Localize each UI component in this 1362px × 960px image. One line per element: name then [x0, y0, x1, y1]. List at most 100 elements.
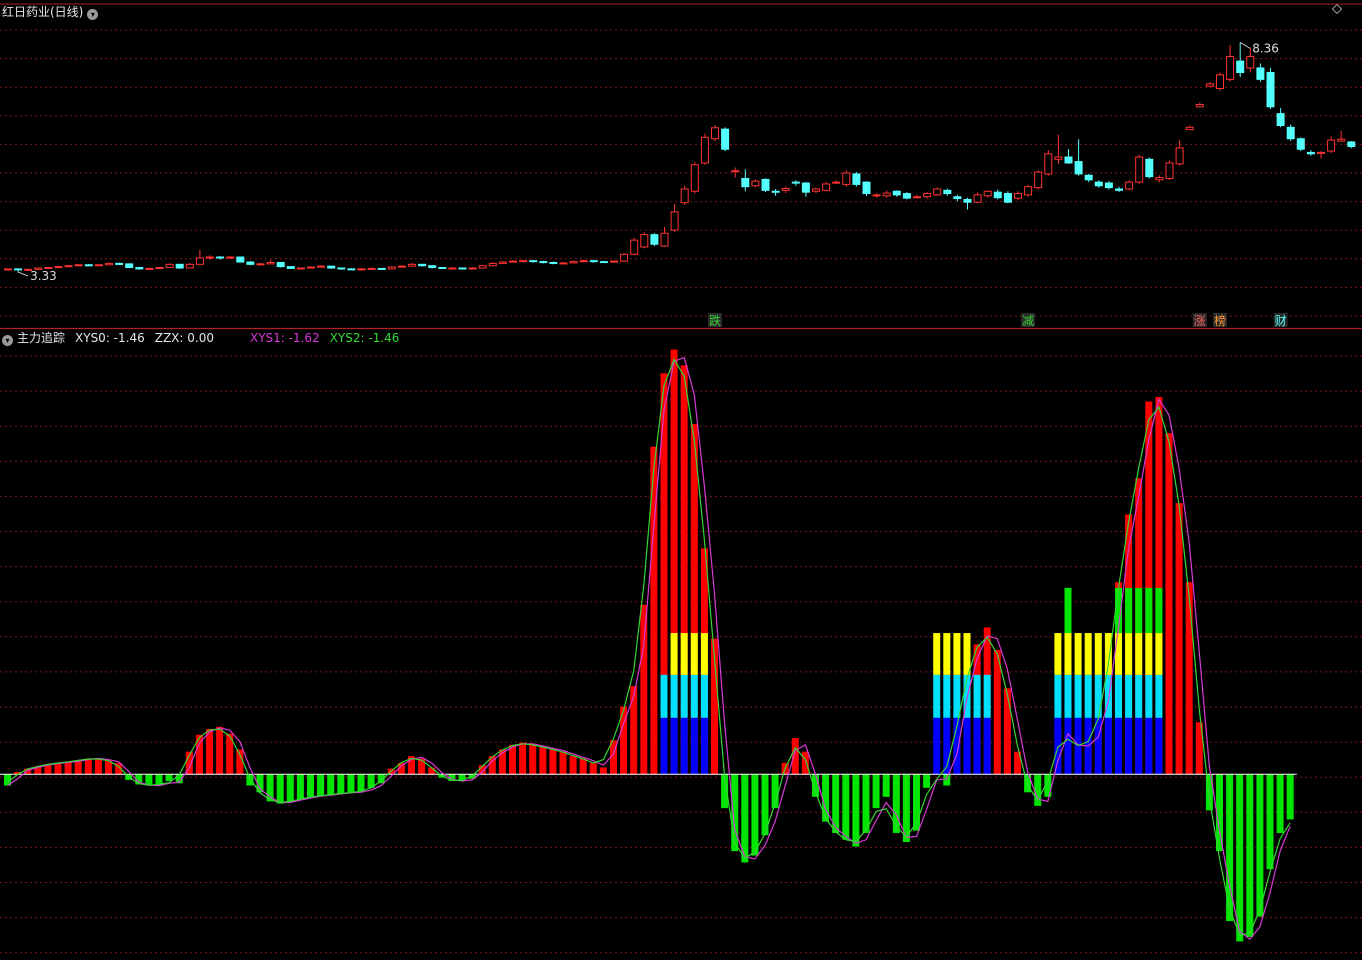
indicator-bar: [1276, 774, 1284, 833]
overlay-bar-yellow: [953, 633, 961, 675]
candle-body: [963, 198, 972, 203]
overlay-bar-cyan: [1125, 674, 1133, 718]
overlay-bar-blue: [1135, 717, 1143, 775]
candle-body: [892, 190, 901, 196]
candle-body: [14, 268, 23, 271]
candle-body: [1165, 162, 1174, 179]
indicator-bar: [549, 749, 557, 775]
indicator-bar: [1003, 688, 1011, 775]
overlay-bar-yellow: [1054, 633, 1062, 675]
overlay-bar-yellow: [943, 633, 951, 675]
indicator-bar: [1185, 582, 1193, 775]
indicator-bar: [1165, 433, 1173, 775]
overlay-bar-yellow: [690, 633, 698, 675]
candle-body: [1064, 156, 1073, 164]
indicator-bar: [1256, 774, 1264, 917]
candle-body: [1054, 156, 1063, 160]
candle-body: [418, 263, 427, 267]
overlay-bar-cyan: [690, 674, 698, 718]
candle-body: [195, 257, 204, 265]
candle-body: [599, 261, 608, 264]
candle-body: [923, 193, 932, 198]
overlay-bar-yellow: [1084, 633, 1092, 675]
overlay-bar-cyan: [933, 674, 941, 718]
candle-body: [1347, 141, 1356, 148]
candle-body: [498, 261, 507, 264]
overlay-bar-blue: [680, 717, 688, 775]
candle-body: [246, 261, 255, 265]
indicator-bar: [801, 751, 809, 775]
candle-body: [468, 267, 477, 270]
candle-body: [660, 232, 669, 247]
candle-body: [74, 264, 83, 267]
indicator-bar: [579, 758, 587, 775]
candle-body: [1276, 113, 1285, 126]
overlay-bar-blue: [1064, 717, 1072, 775]
candle-body: [832, 181, 841, 184]
candle-body: [983, 190, 992, 197]
indicator-bar: [529, 744, 537, 775]
overlay-bar-blue: [660, 717, 668, 775]
candle-body: [438, 267, 447, 270]
candle-body: [125, 263, 134, 269]
candle-body: [357, 268, 366, 271]
low-pointer: [17, 271, 29, 277]
candle-body: [165, 263, 174, 269]
candle-body: [1317, 151, 1325, 154]
candle-body: [266, 262, 275, 265]
indicator-bar: [84, 758, 92, 775]
indicator-bar: [236, 749, 244, 775]
candle-body: [1155, 177, 1164, 181]
indicator-bar: [347, 774, 355, 793]
overlay-bar-yellow: [1125, 633, 1133, 675]
signal-label: 榜: [1214, 313, 1226, 328]
overlay-bar-cyan: [1155, 674, 1163, 718]
candle-body: [761, 178, 770, 191]
candle-body: [953, 196, 962, 200]
signal-label: 涨: [1194, 313, 1206, 328]
overlay-bar-yellow: [1135, 633, 1143, 675]
indicator-bar: [246, 774, 254, 786]
overlay-bar-yellow: [1145, 633, 1153, 675]
candle-body: [933, 188, 942, 196]
indicator-bar: [1246, 774, 1254, 937]
candle-body: [1205, 83, 1214, 87]
candle-body: [387, 266, 396, 270]
candle-body: [1236, 60, 1245, 74]
indicator-bar: [165, 774, 173, 782]
candle-body: [347, 268, 356, 271]
overlay-bar-cyan: [1135, 674, 1143, 718]
candle-body: [367, 267, 376, 270]
candle-body: [751, 180, 760, 187]
candle-body: [1246, 56, 1255, 69]
overlay-bar-blue: [933, 717, 941, 775]
indicator-bar: [64, 761, 72, 775]
overlay-bar-cyan: [1094, 674, 1102, 718]
chart-canvas[interactable]: 8.36 3.33 跌 减 涨榜 财: [0, 0, 1362, 960]
candle-body: [4, 268, 12, 271]
overlay-bar-green: [1064, 587, 1072, 634]
candle-body: [1185, 126, 1194, 131]
candle-body: [397, 265, 406, 268]
candle-body: [54, 266, 63, 269]
candle-body: [1024, 186, 1033, 196]
candle-body: [317, 265, 326, 268]
candle-body: [579, 260, 588, 263]
indicator-bar: [337, 774, 345, 794]
indicator-bar: [539, 747, 547, 775]
indicator-bar: [589, 762, 597, 775]
candle-body: [569, 261, 578, 264]
overlay-bar-blue: [983, 717, 991, 775]
candle-body: [700, 136, 709, 164]
indicator-bar: [74, 760, 82, 775]
indicator-bar: [892, 774, 900, 833]
candle-body: [1034, 171, 1043, 189]
candle-body: [84, 264, 93, 267]
indicator-bar: [216, 726, 224, 775]
candle-body: [377, 267, 386, 270]
candle-body: [1094, 181, 1103, 187]
candle-body: [509, 260, 517, 263]
indicator-bar: [791, 738, 799, 775]
overlay-bar-cyan: [1054, 674, 1062, 718]
candle-body: [94, 264, 103, 267]
